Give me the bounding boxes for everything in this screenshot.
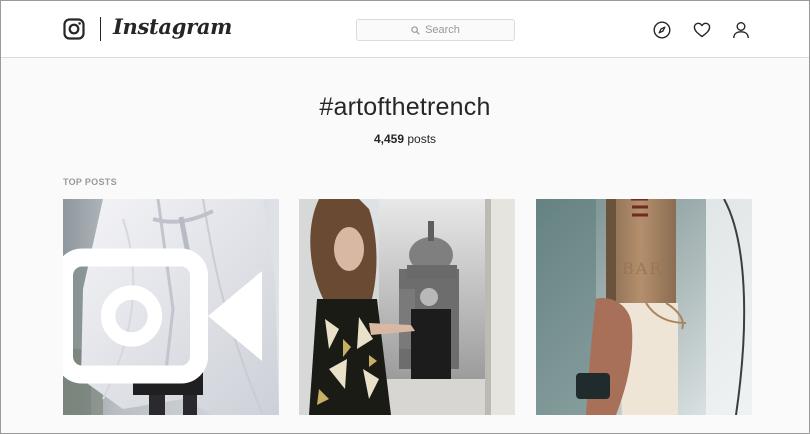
app-window: Instagram Search #artofthetrench 4,459 p… [0,0,810,434]
post-image-woman-with-photo [299,199,515,415]
profile-icon[interactable] [732,21,750,39]
post-image-embossed-sleeve: BAR [536,199,752,415]
search-input[interactable]: Search [356,19,515,41]
svg-text:BAR: BAR [622,259,663,278]
top-nav-bar: Instagram Search [1,1,809,58]
explore-icon[interactable] [653,21,671,39]
post-thumbnail[interactable] [63,199,279,415]
logo-divider [100,17,101,41]
search-placeholder: Search [425,24,460,36]
heart-icon[interactable] [693,21,711,39]
hashtag-title: #artofthetrench [319,93,491,121]
post-thumbnail[interactable] [299,199,515,415]
instagram-wordmark[interactable]: Instagram [113,14,232,39]
post-count-value: 4,459 [373,132,404,146]
top-posts-label: TOP POSTS [63,177,117,187]
search-icon [411,25,420,35]
post-count-suffix: posts [407,132,437,146]
instagram-camera-icon[interactable] [63,18,85,40]
post-count: 4,459 posts [1,132,809,146]
video-icon [63,248,262,384]
post-thumbnail[interactable]: BAR [536,199,752,415]
